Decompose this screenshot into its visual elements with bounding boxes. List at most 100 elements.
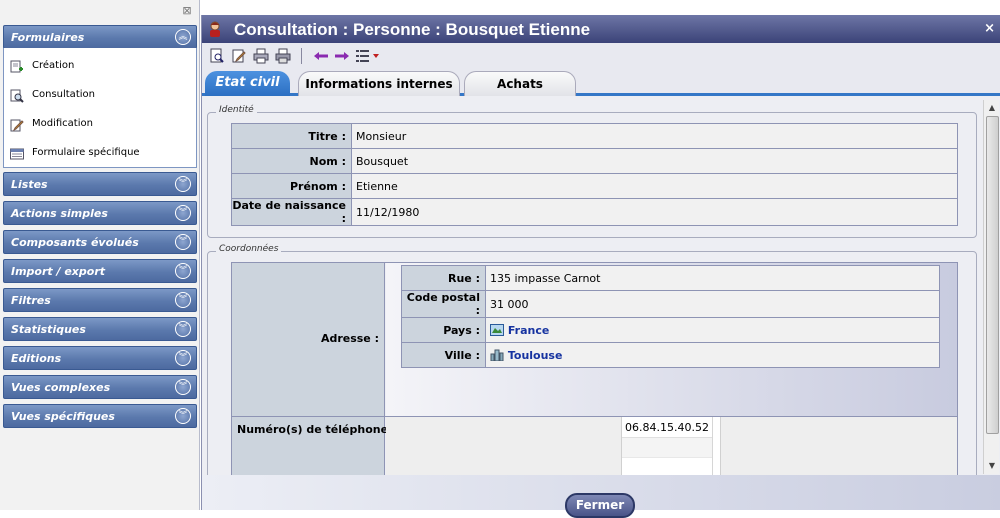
print-setup-icon[interactable] (275, 48, 291, 64)
sidebar-section-vues-complexes[interactable]: Vues complexes ︾ (3, 375, 197, 399)
expand-icon[interactable]: ︾ (175, 176, 191, 192)
sidebar-item-consultation[interactable]: Consultation (10, 87, 190, 107)
coordonnees-group: Coordonnées Adresse : Rue : 135 impasse … (207, 244, 977, 475)
expand-icon[interactable]: ︾ (175, 408, 191, 424)
form-content: Identité Titre : Monsieur Nom : Bousquet… (202, 99, 983, 475)
expand-icon[interactable]: ︾ (175, 234, 191, 250)
scrollbar-thumb[interactable] (986, 116, 999, 434)
identite-row-titre: Titre : Monsieur (231, 123, 958, 149)
adresse-row-code-postal: Code postal : 31 000 (401, 290, 940, 318)
country-icon (490, 323, 504, 336)
expand-icon[interactable]: ︾ (175, 350, 191, 366)
expand-icon[interactable]: ︾ (175, 292, 191, 308)
field-value-prenom: Etienne (351, 173, 958, 199)
adresse-block: Adresse : Rue : 135 impasse Carnot Code … (231, 262, 958, 417)
city-icon (490, 349, 504, 361)
telephone-block: Numéro(s) de téléphone : 06.84.15.40.52 (231, 417, 958, 475)
expand-icon[interactable]: ︾ (175, 205, 191, 221)
field-value-date-naissance: 11/12/1980 (351, 198, 958, 226)
arrow-left-icon[interactable] (313, 48, 329, 64)
window-title: Consultation : Personne : Bousquet Etien… (234, 20, 591, 39)
expand-icon[interactable]: ︾ (175, 379, 191, 395)
sidebar-item-label: Modification (32, 118, 93, 129)
toolbar (202, 43, 1000, 69)
adresse-label: Adresse : (320, 332, 379, 345)
sidebar-item-creation[interactable]: Création (10, 58, 190, 78)
ville-link[interactable]: Toulouse (485, 342, 940, 368)
expand-icon[interactable]: ︾ (175, 263, 191, 279)
telephone-value-cell: 06.84.15.40.52 (386, 417, 957, 475)
pays-link[interactable]: France (485, 317, 940, 343)
telephone-item[interactable]: 06.84.15.40.52 (622, 417, 712, 438)
field-value-ville[interactable]: Toulouse (508, 349, 563, 362)
sidebar-section-actions-simples[interactable]: Actions simples ︾ (3, 201, 197, 225)
sidebar-section-label: Listes (11, 178, 48, 191)
identite-row-date-naissance: Date de naissance : 11/12/1980 (231, 198, 958, 226)
identite-row-nom: Nom : Bousquet (231, 148, 958, 174)
sidebar-section-label: Editions (11, 352, 62, 365)
specific-form-icon (10, 148, 24, 160)
close-icon[interactable]: × (984, 21, 995, 36)
sidebar-item-label: Création (32, 60, 75, 71)
sidebar-item-label: Formulaire spécifique (32, 147, 140, 158)
preview-icon[interactable] (209, 48, 225, 64)
scroll-up-icon[interactable]: ▲ (984, 100, 1000, 116)
telephone-label: Numéro(s) de téléphone : (237, 423, 397, 436)
sidebar-section-formulaires[interactable]: Formulaires ︽ (3, 25, 197, 49)
tab-achats[interactable]: Achats (464, 71, 576, 96)
fermer-button[interactable]: Fermer (565, 493, 635, 518)
vertical-scrollbar[interactable]: ▲ ▼ (983, 100, 999, 474)
field-value-code-postal: 31 000 (485, 290, 940, 318)
tab-etat-civil[interactable]: Etat civil (205, 71, 290, 96)
sidebar: ⊠ Formulaires ︽ Création Consultation Mo… (0, 0, 200, 510)
group-title: Identité (216, 105, 257, 115)
tab-bar: Etat civil Informations internes Achats (202, 69, 1000, 96)
field-label: Ville : (401, 342, 486, 368)
field-label: Rue : (401, 265, 486, 291)
identite-row-prenom: Prénom : Etienne (231, 173, 958, 199)
field-label: Prénom : (231, 173, 352, 199)
sidebar-section-import-export[interactable]: Import / export ︾ (3, 259, 197, 283)
arrow-right-icon[interactable] (334, 48, 350, 64)
sidebar-section-label: Import / export (11, 265, 106, 278)
print-icon[interactable] (253, 48, 269, 64)
telephone-item-empty (622, 438, 712, 458)
adresse-label-cell: Adresse : (232, 263, 385, 416)
sidebar-section-label: Vues spécifiques (11, 410, 115, 423)
field-label: Nom : (231, 148, 352, 174)
sidebar-section-statistiques[interactable]: Statistiques ︾ (3, 317, 197, 341)
group-title: Coordonnées (216, 244, 282, 254)
adresse-value-cell: Rue : 135 impasse Carnot Code postal : 3… (386, 263, 957, 416)
expand-icon[interactable]: ︾ (175, 321, 191, 337)
window-title-bar: Consultation : Personne : Bousquet Etien… (202, 15, 1000, 43)
sidebar-section-editions[interactable]: Editions ︾ (3, 346, 197, 370)
sidebar-item-formulaire-specifique[interactable]: Formulaire spécifique (10, 145, 190, 165)
sidebar-section-label: Filtres (11, 294, 51, 307)
edit-form-icon (10, 119, 24, 132)
tab-informations-internes[interactable]: Informations internes (298, 71, 460, 96)
footer-bar: Fermer (202, 475, 1000, 518)
field-label: Pays : (401, 317, 486, 343)
sidebar-close-icon[interactable]: ⊠ (181, 5, 193, 17)
telephone-label-cell: Numéro(s) de téléphone : (232, 417, 396, 475)
scroll-down-icon[interactable]: ▼ (984, 458, 1000, 474)
list-menu-icon[interactable] (355, 48, 381, 64)
field-value-pays[interactable]: France (508, 324, 549, 337)
field-label: Date de naissance : (231, 198, 352, 226)
adresse-row-rue: Rue : 135 impasse Carnot (401, 265, 940, 291)
sidebar-section-listes[interactable]: Listes ︾ (3, 172, 197, 196)
adresse-row-ville: Ville : Toulouse (401, 342, 940, 368)
sidebar-section-label: Statistiques (11, 323, 86, 336)
toolbar-separator (301, 48, 302, 64)
sidebar-section-body: Création Consultation Modification Formu… (3, 48, 197, 168)
sidebar-item-modification[interactable]: Modification (10, 116, 190, 136)
edit-icon[interactable] (231, 48, 247, 64)
field-value-titre: Monsieur (351, 123, 958, 149)
sidebar-section-filtres[interactable]: Filtres ︾ (3, 288, 197, 312)
list-divider (712, 417, 713, 475)
sidebar-section-vues-specifiques[interactable]: Vues spécifiques ︾ (3, 404, 197, 428)
adresse-row-pays: Pays : France (401, 317, 940, 343)
sidebar-section-composants-evolues[interactable]: Composants évolués ︾ (3, 230, 197, 254)
sidebar-section-label: Formulaires (11, 31, 85, 44)
collapse-icon[interactable]: ︽ (175, 29, 191, 45)
